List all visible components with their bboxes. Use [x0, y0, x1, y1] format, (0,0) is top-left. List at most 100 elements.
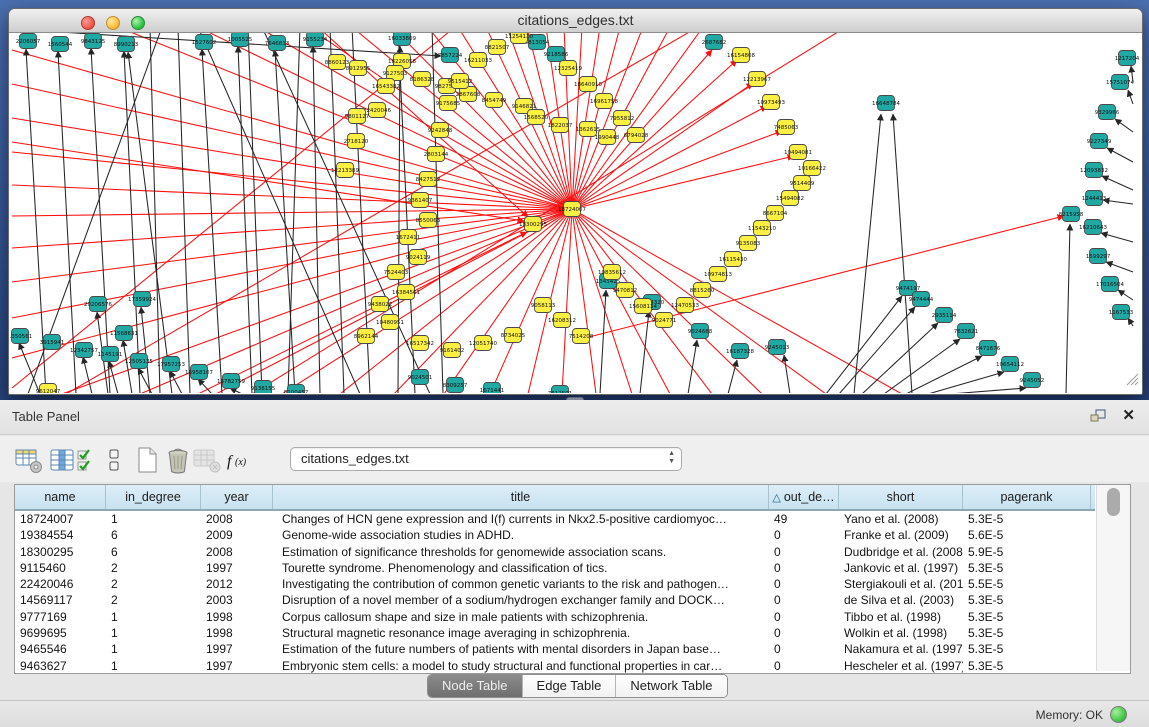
graph-node[interactable]: 9161402 — [440, 343, 465, 358]
graph-node[interactable]: 11568631 — [110, 326, 138, 341]
graph-edge[interactable] — [198, 232, 527, 393]
column-header-in_degree[interactable]: in_degree — [106, 485, 201, 509]
table-row[interactable]: 977716911998Corpus callosum shape and si… — [15, 609, 1095, 625]
table-selector-dropdown[interactable]: citations_edges.txt ▲▼ — [290, 447, 682, 471]
graph-node[interactable]: 1145191 — [98, 347, 123, 362]
graph-node[interactable]: 1568520 — [524, 110, 549, 125]
graph-node[interactable]: 7955812 — [610, 111, 635, 126]
close-panel-icon[interactable]: ✕ — [1122, 406, 1135, 424]
delete-column-icon[interactable] — [164, 444, 192, 476]
function-builder-icon[interactable]: f(x) — [224, 444, 254, 476]
graph-edge[interactable] — [572, 156, 794, 209]
graph-node[interactable]: 12325419 — [554, 61, 582, 76]
graph-node[interactable]: 17957253 — [157, 357, 185, 372]
column-header-out_de[interactable]: △out_de… — [769, 485, 839, 509]
graph-node[interactable]: 1671441 — [480, 383, 505, 394]
graph-edge[interactable] — [893, 114, 912, 393]
graph-node[interactable]: 10973493 — [757, 95, 785, 110]
table-row[interactable]: 2242004622012Investigating the contribut… — [15, 576, 1095, 592]
table-row[interactable]: 1456911722003Disruption of a novel membe… — [15, 592, 1095, 608]
graph-node[interactable]: 2718120 — [344, 134, 369, 149]
select-columns-icon[interactable] — [76, 444, 100, 476]
graph-node[interactable]: 10654112 — [996, 357, 1024, 372]
graph-node[interactable]: 9470812 — [613, 283, 638, 298]
graph-node[interactable]: 9024119 — [406, 250, 431, 265]
graph-edge[interactable] — [1118, 290, 1133, 300]
graph-edge[interactable] — [1066, 224, 1070, 393]
graph-node[interactable]: 16187328 — [726, 344, 754, 359]
column-header-name[interactable]: name — [15, 485, 106, 509]
tab-edge-table[interactable]: Edge Table — [523, 675, 617, 697]
graph-node[interactable]: 8912955 — [346, 61, 371, 76]
graph-edge[interactable] — [1115, 119, 1133, 132]
network-canvas[interactable]: 2206057156054498431258990213152760210055… — [10, 33, 1141, 393]
graph-node[interactable]: 1560544 — [48, 37, 73, 52]
graph-edge[interactable] — [330, 33, 344, 393]
new-column-icon[interactable] — [134, 444, 160, 476]
graph-node[interactable]: 8100457 — [284, 385, 309, 394]
graph-node[interactable]: 10974813 — [704, 267, 732, 282]
graph-node[interactable]: 1527602 — [192, 35, 217, 50]
graph-node[interactable]: 8550063 — [416, 213, 441, 228]
graph-node[interactable]: 7514208 — [569, 329, 594, 344]
graph-node[interactable]: 11543210 — [748, 221, 776, 236]
graph-edge[interactable] — [178, 33, 190, 393]
graph-node[interactable]: 9245052 — [1020, 373, 1045, 388]
graph-node[interactable]: 9329966 — [1095, 105, 1120, 120]
graph-node[interactable]: 9024688 — [688, 324, 713, 339]
scrollbar-thumb[interactable] — [1107, 488, 1120, 516]
graph-node[interactable]: 8821507 — [485, 40, 510, 55]
graph-edge[interactable] — [1128, 318, 1133, 326]
graph-edge[interactable] — [150, 33, 160, 393]
tab-network-table[interactable]: Network Table — [616, 675, 726, 697]
graph-node[interactable]: 9024501 — [408, 370, 433, 385]
graph-node[interactable]: 2935114 — [932, 308, 957, 323]
table-row[interactable]: 946362711997Embryonic stem cells: a mode… — [15, 658, 1095, 674]
graph-node[interactable]: 16211033 — [464, 53, 492, 68]
graph-edge[interactable] — [124, 51, 140, 393]
graph-node[interactable]: 9515412 — [448, 74, 473, 89]
graph-node[interactable]: 12093832 — [1080, 163, 1108, 178]
table-row[interactable]: 946554611997Estimation of the future num… — [15, 641, 1095, 657]
graph-node[interactable]: 10166422 — [798, 161, 826, 176]
graph-node[interactable]: 8667104 — [763, 206, 788, 221]
table-row[interactable]: 969969511998Structural magnetic resonanc… — [15, 625, 1095, 641]
network-graph[interactable]: 2206057156054498431258990213152760210055… — [10, 33, 1141, 393]
graph-node[interactable]: 2206057 — [16, 34, 41, 49]
graph-node[interactable]: 8734025 — [501, 328, 526, 343]
graph-node[interactable]: 7612501 — [548, 386, 573, 394]
graph-node[interactable]: 12505135 — [125, 354, 153, 369]
graph-node[interactable]: 2687682 — [702, 35, 727, 50]
column-header-title[interactable]: title — [273, 485, 769, 509]
vertical-scrollbar[interactable] — [1096, 485, 1130, 671]
float-panel-icon[interactable] — [1089, 408, 1107, 424]
graph-node[interactable]: 16033809 — [388, 33, 416, 46]
table-row[interactable]: 1938455462009Genome-wide association stu… — [15, 527, 1095, 543]
graph-node[interactable]: 1217204 — [1115, 51, 1140, 66]
graph-node[interactable]: 1672411 — [396, 230, 421, 245]
graph-edge[interactable] — [572, 33, 582, 209]
graph-node[interactable]: 9843125 — [81, 34, 106, 49]
graph-node[interactable]: 9612047 — [36, 384, 61, 394]
graph-edge[interactable] — [313, 46, 320, 393]
graph-node[interactable]: 7857224 — [438, 48, 463, 63]
graph-node[interactable]: 8427512 — [416, 172, 441, 187]
graph-node[interactable]: 16208312 — [548, 313, 576, 328]
graph-node[interactable]: 8186328 — [410, 72, 435, 87]
graph-node[interactable]: 17016504 — [1096, 277, 1124, 292]
graph-node[interactable]: 6794028 — [624, 128, 649, 143]
table-options-icon[interactable] — [14, 444, 44, 476]
graph-node[interactable]: 16210643 — [1079, 220, 1107, 235]
graph-node[interactable]: 7632621 — [954, 324, 979, 339]
graph-edge[interactable] — [490, 209, 572, 393]
graph-node[interactable]: 9438022 — [368, 297, 393, 312]
graph-edge[interactable] — [318, 33, 528, 217]
graph-edge[interactable] — [1103, 200, 1133, 204]
graph-edge[interactable] — [1106, 262, 1133, 272]
graph-edge[interactable] — [12, 33, 441, 56]
graph-node[interactable]: 9058113 — [531, 298, 556, 313]
graph-node[interactable]: 8990213 — [114, 37, 139, 52]
graph-node[interactable]: 1599297 — [1086, 249, 1111, 264]
tab-node-table[interactable]: Node Table — [428, 675, 523, 697]
graph-node[interactable]: 7524403 — [384, 265, 409, 280]
